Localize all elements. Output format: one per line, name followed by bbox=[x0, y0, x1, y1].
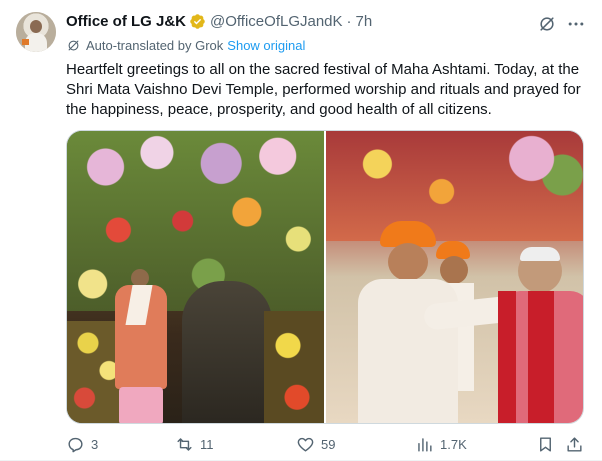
flower-decoration bbox=[67, 131, 324, 311]
author-handle[interactable]: @OfficeOfLGJandK bbox=[210, 13, 343, 30]
man-with-stole bbox=[494, 247, 583, 423]
post[interactable]: Office of LG J&K @OfficeOfLGJandK · 7h A… bbox=[0, 0, 602, 461]
praying-man bbox=[109, 269, 173, 423]
media-grid bbox=[66, 130, 584, 424]
post-time[interactable]: 7h bbox=[356, 13, 373, 30]
bookmark-button[interactable] bbox=[536, 434, 561, 454]
verified-badge-icon bbox=[190, 14, 205, 29]
shrine-rock bbox=[182, 281, 272, 423]
avatar-head bbox=[30, 20, 42, 33]
more-icon[interactable] bbox=[566, 14, 586, 34]
translation-bar: Auto-translated by Grok Show original bbox=[66, 38, 305, 53]
like-icon bbox=[297, 437, 314, 452]
reply-icon bbox=[68, 437, 83, 452]
like-count: 59 bbox=[321, 436, 336, 452]
repost-count: 11 bbox=[200, 436, 214, 452]
photo-honoring[interactable] bbox=[326, 131, 583, 423]
share-button[interactable] bbox=[565, 434, 590, 454]
post-text: Heartfelt greetings to all on the sacred… bbox=[66, 61, 581, 118]
priest-with-turban bbox=[344, 221, 536, 423]
avatar-flag bbox=[22, 39, 29, 45]
action-bar: 3 11 59 1.7K bbox=[66, 434, 584, 456]
repost-button[interactable]: 11 bbox=[175, 434, 214, 454]
views-button[interactable]: 1.7K bbox=[415, 434, 467, 454]
fruit-offerings-right bbox=[264, 311, 324, 423]
views-icon bbox=[418, 437, 432, 452]
bookmark-icon bbox=[540, 436, 551, 452]
repost-icon bbox=[177, 437, 192, 451]
avatar[interactable] bbox=[16, 12, 56, 52]
post-header: Office of LG J&K @OfficeOfLGJandK · 7h bbox=[66, 13, 372, 30]
show-original-link[interactable]: Show original bbox=[227, 38, 305, 53]
grok-icon[interactable] bbox=[537, 14, 557, 34]
photo-worship[interactable] bbox=[67, 131, 324, 423]
reply-count: 3 bbox=[91, 436, 99, 452]
author-name[interactable]: Office of LG J&K bbox=[66, 13, 186, 30]
views-count: 1.7K bbox=[440, 436, 467, 452]
translate-icon bbox=[68, 40, 79, 51]
reply-button[interactable]: 3 bbox=[66, 434, 98, 454]
share-icon bbox=[567, 436, 582, 452]
separator-dot: · bbox=[346, 13, 352, 30]
like-button[interactable]: 59 bbox=[296, 434, 335, 454]
translation-note: Auto-translated by Grok bbox=[86, 38, 224, 53]
